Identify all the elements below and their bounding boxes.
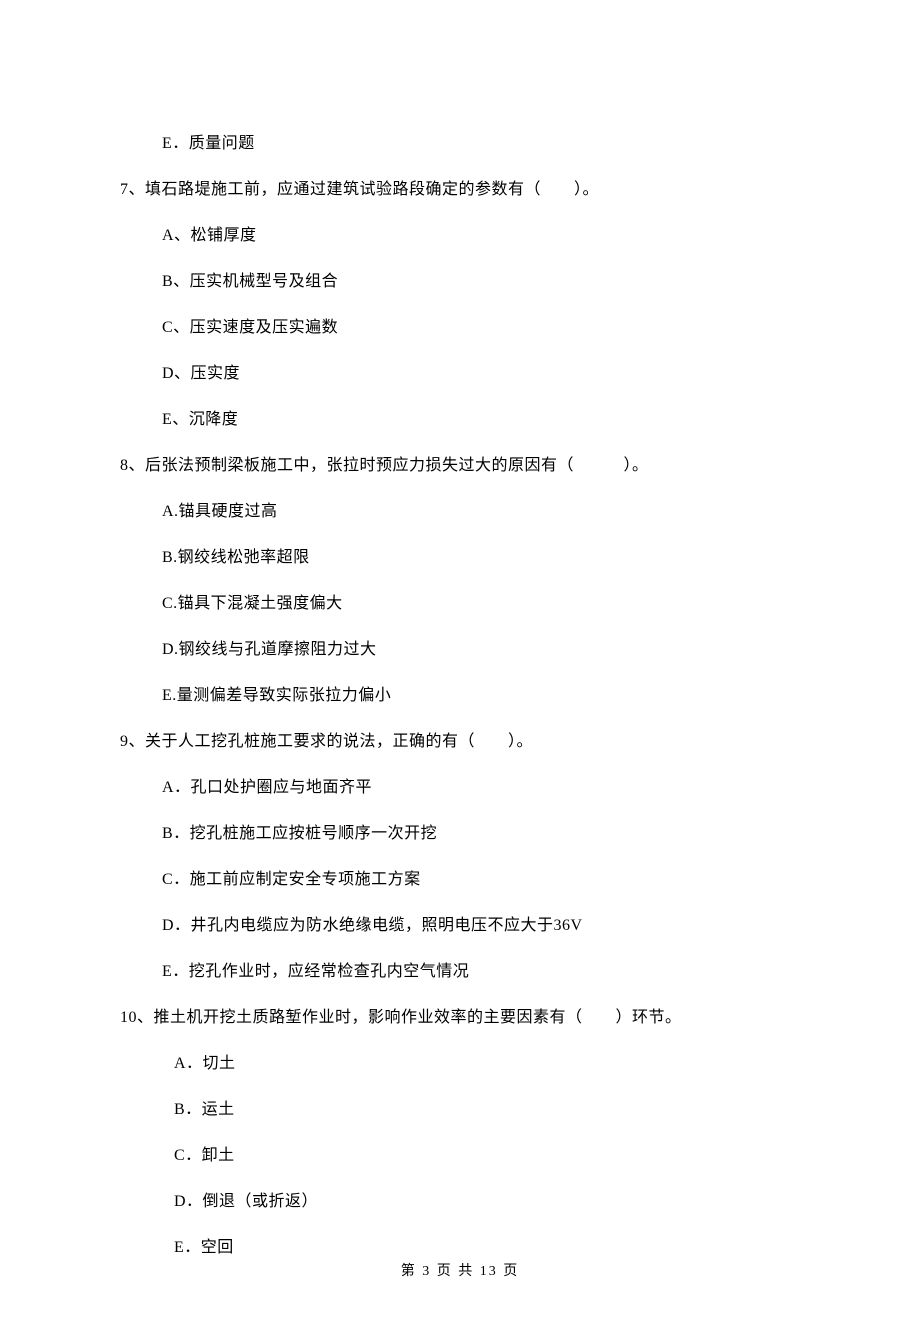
q8-option-e: E.量测偏差导致实际张拉力偏小 (162, 684, 800, 708)
q7-stem: 7、填石路堤施工前，应通过建筑试验路段确定的参数有（ ）。 (120, 178, 800, 202)
q7-option-d: D、压实度 (162, 362, 800, 386)
q10-option-a: A．切土 (174, 1052, 800, 1076)
q9-option-a: A．孔口处护圈应与地面齐平 (162, 776, 800, 800)
q9-stem: 9、关于人工挖孔桩施工要求的说法，正确的有（ ）。 (120, 730, 800, 754)
q7-option-c: C、压实速度及压实遍数 (162, 316, 800, 340)
q7-option-e: E、沉降度 (162, 408, 800, 432)
q10-stem: 10、推土机开挖土质路堑作业时，影响作业效率的主要因素有（ ）环节。 (120, 1006, 800, 1030)
q9-option-d: D．井孔内电缆应为防水绝缘电缆，照明电压不应大于36V (162, 914, 800, 938)
q9-option-e: E．挖孔作业时，应经常检查孔内空气情况 (162, 960, 800, 984)
q7-option-a: A、松铺厚度 (162, 224, 800, 248)
q10-option-b: B．运土 (174, 1098, 800, 1122)
q8-option-b: B.钢绞线松弛率超限 (162, 546, 800, 570)
q8-option-a: A.锚具硬度过高 (162, 500, 800, 524)
q7-option-b: B、压实机械型号及组合 (162, 270, 800, 294)
q10-option-d: D．倒退（或折返） (174, 1190, 800, 1214)
q8-stem: 8、后张法预制梁板施工中，张拉时预应力损失过大的原因有（ ）。 (120, 454, 800, 478)
q9-option-b: B．挖孔桩施工应按桩号顺序一次开挖 (162, 822, 800, 846)
q9-option-c: C．施工前应制定安全专项施工方案 (162, 868, 800, 892)
page-footer: 第 3 页 共 13 页 (0, 1261, 920, 1282)
q8-option-c: C.锚具下混凝土强度偏大 (162, 592, 800, 616)
document-page: E．质量问题 7、填石路堤施工前，应通过建筑试验路段确定的参数有（ ）。 A、松… (0, 0, 920, 1322)
q6-option-e: E．质量问题 (162, 132, 800, 156)
q8-option-d: D.钢绞线与孔道摩擦阻力过大 (162, 638, 800, 662)
q10-option-e: E．空回 (174, 1236, 800, 1260)
q10-option-c: C．卸土 (174, 1144, 800, 1168)
